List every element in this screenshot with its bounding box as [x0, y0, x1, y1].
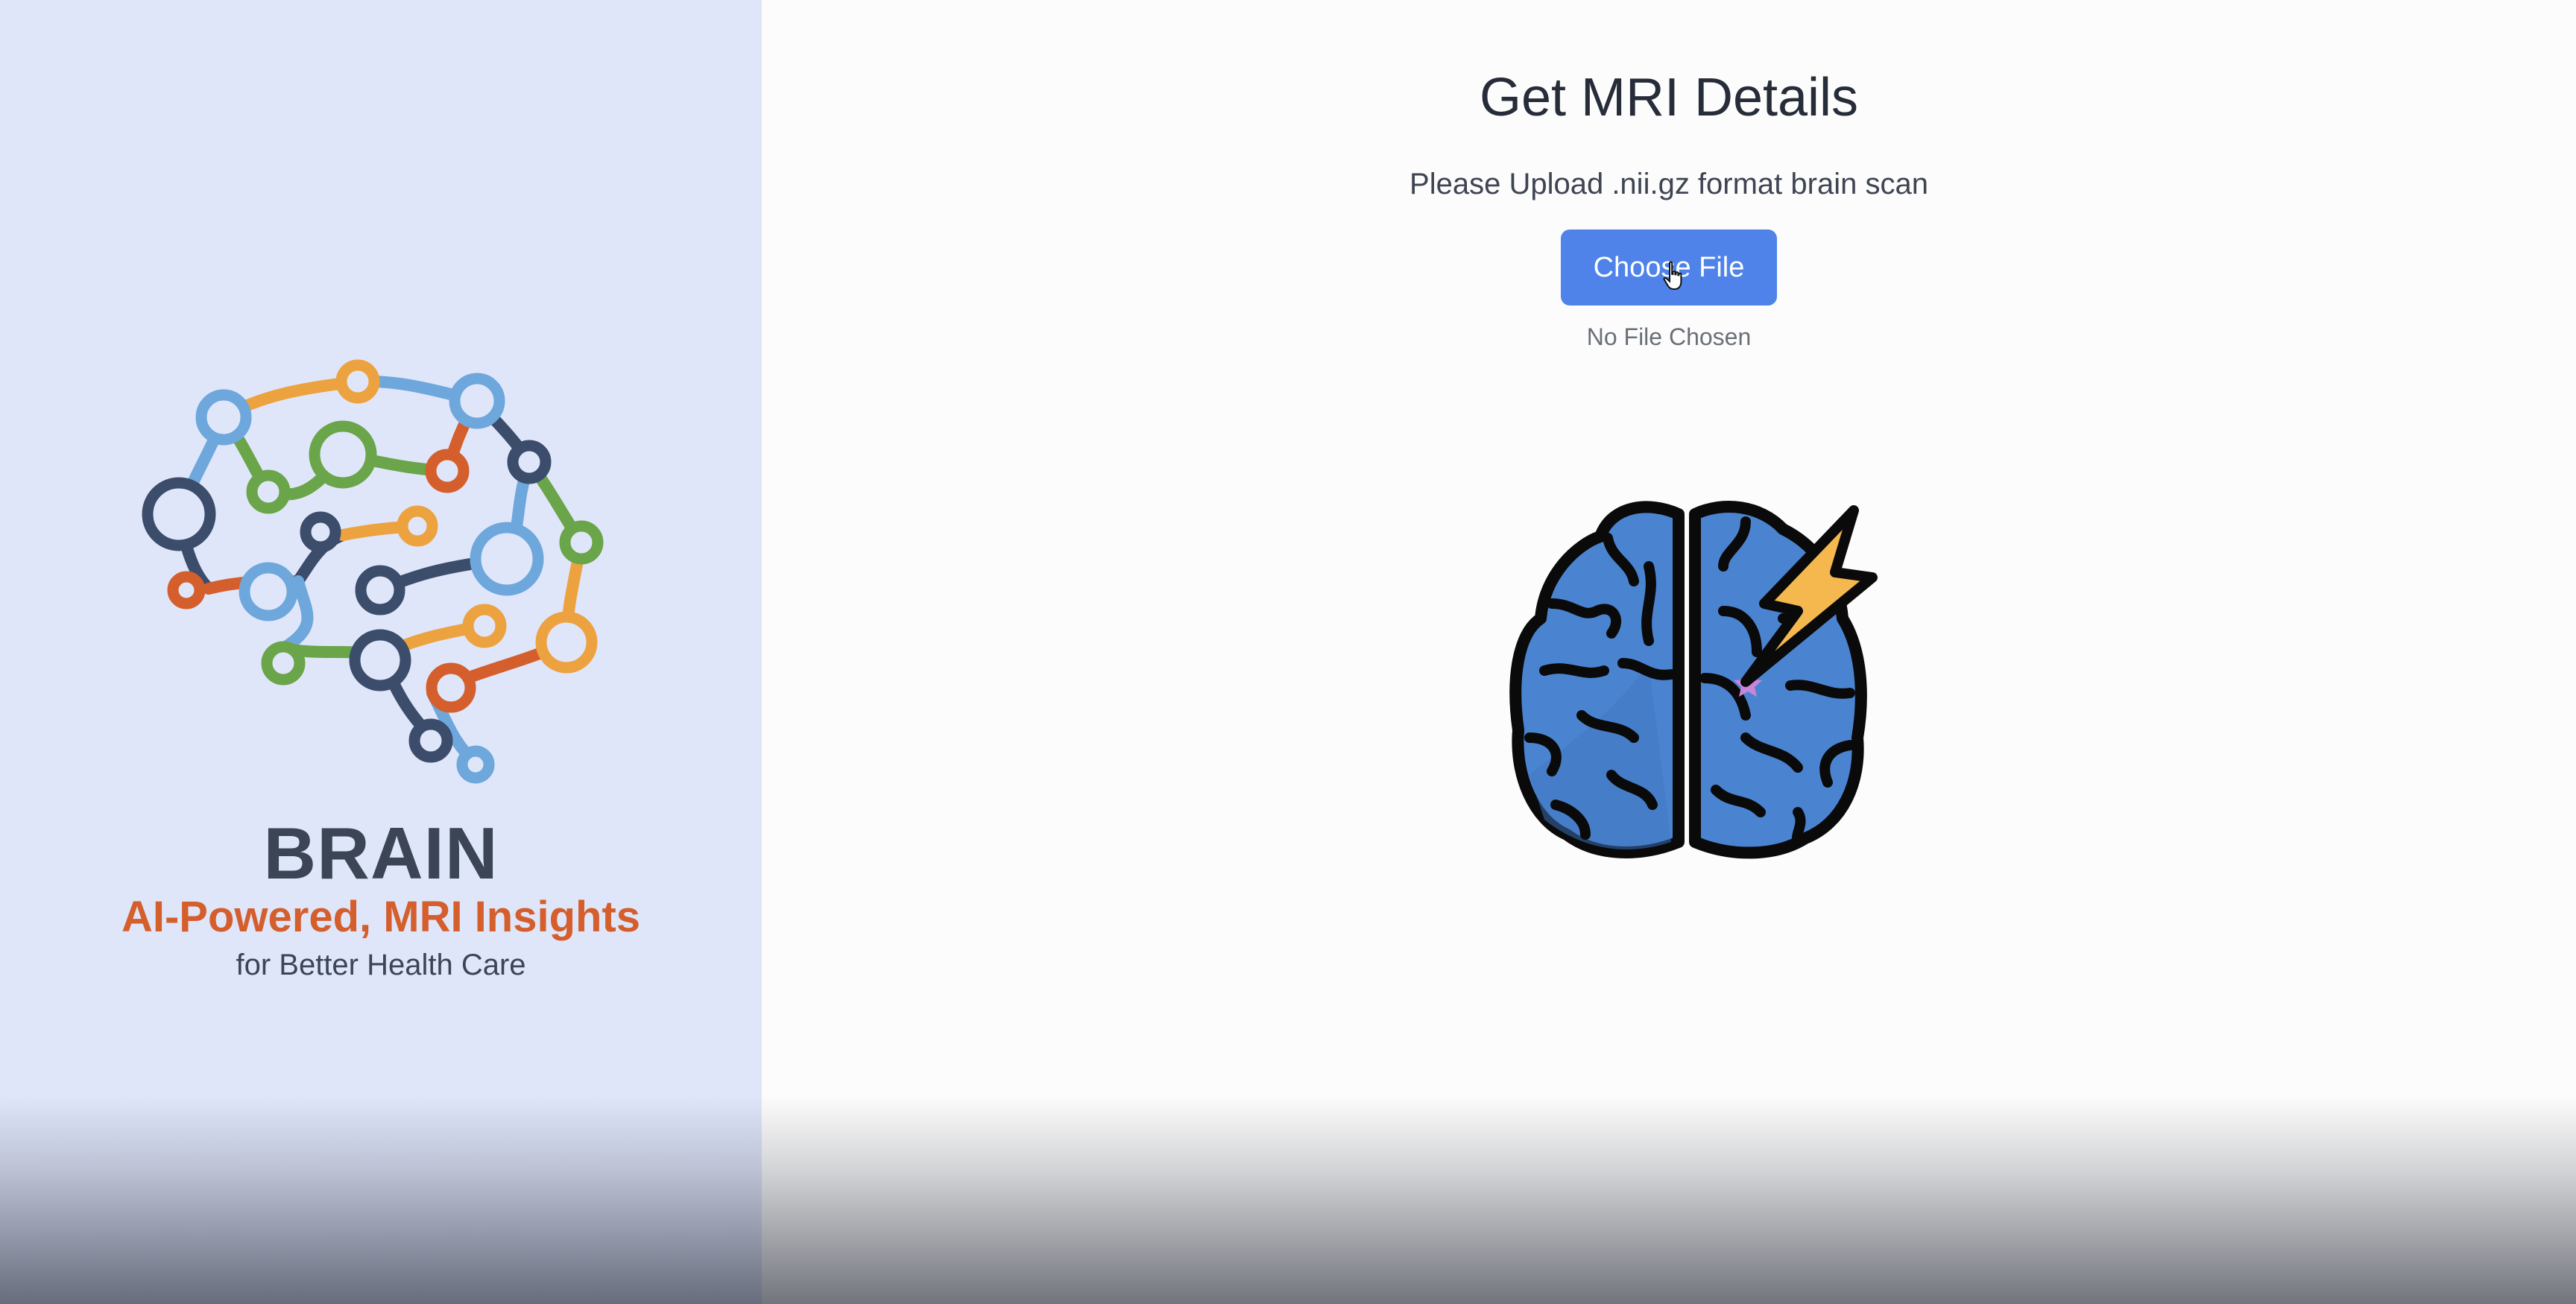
hand-pointer-icon — [1663, 261, 1682, 290]
brand-sidebar: BRAIN AI-Powered, MRI Insights for Bette… — [0, 0, 762, 1304]
upload-panel: Get MRI Details Please Upload .nii.gz fo… — [762, 0, 2576, 1304]
brain-network-logo — [142, 359, 604, 784]
brain-lightning-icon — [1509, 501, 1878, 859]
brand-tagline: AI-Powered, MRI Insights — [121, 893, 641, 941]
brand-subtitle: for Better Health Care — [236, 949, 526, 981]
page-title: Get MRI Details — [1479, 68, 1859, 127]
upload-instruction: Please Upload .nii.gz format brain scan — [1409, 168, 1928, 200]
brand-name: BRAIN — [263, 812, 499, 894]
app-window: BRAIN AI-Powered, MRI Insights for Bette… — [0, 0, 2576, 1304]
file-status-text: No File Chosen — [1586, 323, 1752, 350]
